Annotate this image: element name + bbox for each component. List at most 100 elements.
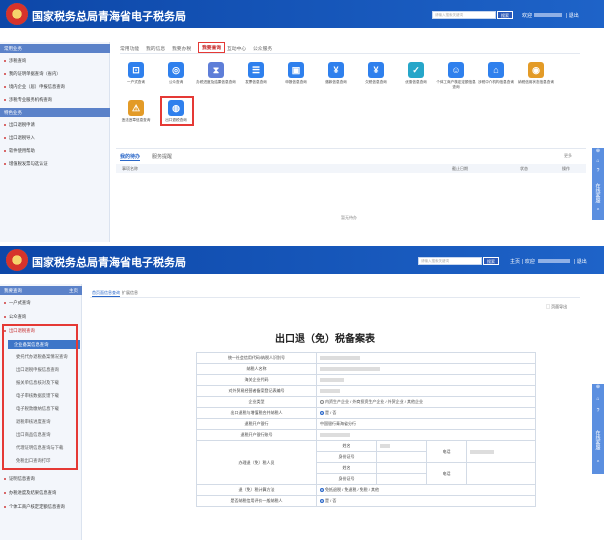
col-status: 状态	[520, 166, 528, 171]
float-toolbar-bottom[interactable]: ⊕ ⌂ ? 在线客服 ^	[592, 384, 604, 474]
todo-header: 事项名称 截止日期 状态 操作	[116, 164, 586, 173]
content-tabs: 首页面信息查询 扩展信息	[90, 288, 580, 298]
sidebar-item[interactable]: 出口退税导入	[4, 135, 35, 141]
col-name: 事项名称	[122, 166, 138, 171]
calc-method-radio[interactable]: 免抵退税 / 免退税 / 免税 / 其他	[316, 484, 536, 496]
service-arrears-query[interactable]: ¥ 欠税信息查询	[356, 62, 396, 85]
service-preferential-query[interactable]: ✓ 优惠信息查询	[396, 62, 436, 85]
site-title: 国家税务总局青海省电子税务局	[32, 257, 186, 269]
share-icon[interactable]: ⊕	[592, 148, 604, 158]
home-icon[interactable]: ⌂	[592, 158, 604, 168]
empty-text: 暂无待办	[341, 215, 357, 220]
search-input[interactable]: 请输入搜索关键词	[432, 11, 496, 19]
sidebar-title[interactable]: 我要查询 主页	[0, 286, 82, 295]
online-service-button[interactable]: 在线客服	[595, 420, 602, 460]
field-label: 海关企业代码	[196, 374, 317, 386]
tab-public[interactable]: 公众服务	[253, 45, 272, 52]
help-icon[interactable]: ?	[592, 168, 604, 178]
field-label: 电话	[426, 462, 467, 485]
tab-my-info[interactable]: 我的信息	[146, 45, 165, 52]
online-service-button[interactable]: 在线客服	[595, 178, 602, 208]
todo-panel: 我的待办 服务提醒 更多 事项名称 截止日期 状态 操作 暂无待办	[116, 148, 586, 240]
back-to-top-icon[interactable]: ^	[592, 208, 604, 216]
search-icon: ◎	[168, 62, 184, 78]
welcome-text: | 欢迎	[522, 259, 535, 265]
field-label: 身份证号	[316, 451, 377, 463]
group-individual[interactable]: 个体工商户核定定额信息查询	[4, 504, 74, 510]
masked-value	[320, 389, 340, 394]
tab-todo[interactable]: 我的待办	[120, 153, 141, 161]
money-bag-icon: ¥	[328, 62, 344, 78]
site-title: 国家税务总局青海省电子税务局	[32, 11, 186, 23]
group-one-account[interactable]: 一户式查询	[4, 300, 30, 306]
invoice-icon: ☰	[248, 62, 264, 78]
tab-record-query[interactable]: 首页面信息查询	[92, 290, 120, 297]
col-deadline: 截止日期	[452, 166, 468, 171]
search-button[interactable]: 搜索	[497, 11, 513, 19]
service-declaration-query[interactable]: ▣ 申报信息查询	[276, 62, 316, 85]
col-action: 操作	[562, 166, 570, 171]
back-to-top-icon[interactable]: ^	[592, 460, 604, 470]
home-icon[interactable]: ⌂	[592, 396, 604, 408]
sidebar-item[interactable]: 我的证明单据查询（省内）	[4, 71, 61, 77]
exit-link[interactable]: | 退出	[574, 258, 587, 265]
tab-reminder[interactable]: 服务提醒	[152, 153, 172, 160]
service-public-query[interactable]: ◎ 公众查询	[156, 62, 196, 85]
service-agency-query[interactable]: ⌂ 涉税中介机构信息查询	[476, 62, 516, 85]
welcome-text: 欢迎	[522, 13, 533, 19]
exit-link[interactable]: | 退出	[566, 12, 579, 19]
field-label: 身份证号	[316, 473, 377, 485]
help-icon[interactable]: ?	[592, 408, 604, 420]
search-button[interactable]: 搜索	[483, 257, 499, 265]
tab-extended[interactable]: 扩展信息	[122, 290, 138, 296]
sidebar-item[interactable]: 出口退税申请	[4, 122, 35, 128]
merged-taxpayer-radio[interactable]: 是 / 否	[316, 407, 536, 419]
sidebar-top: 常用业务 涉税查询 我的证明单据查询（省内） 境内企业（居）申报信息查询 涉税专…	[0, 42, 110, 242]
header-bar-top: 国家税务总局青海省电子税务局 请输入搜索关键词 搜索 欢迎 | 退出	[0, 0, 604, 28]
sidebar-title[interactable]: 常用业务	[0, 44, 110, 53]
tab-common[interactable]: 常用功能	[120, 45, 139, 52]
check-tag-icon: ✓	[408, 62, 424, 78]
service-payment-query[interactable]: ¥ 缴款信息查询	[316, 62, 356, 85]
search-input[interactable]: 请输入搜索关键词	[418, 257, 482, 265]
sidebar-item[interactable]: 涉税查询	[4, 58, 26, 64]
home-link[interactable]: 主页	[510, 258, 520, 265]
sidebar-bottom: 我要查询 主页 一户式查询 公众查询 出口退税查询 企业备案信息查询 委托代办退…	[0, 284, 82, 540]
credit-taxpayer-radio[interactable]: 是 / 否	[316, 495, 536, 507]
service-one-account-query[interactable]: ⊡ 一户式查询	[116, 62, 156, 85]
tax-emblem-icon	[6, 249, 28, 271]
float-toolbar-top[interactable]: ⊕ ⌂ ? 在线客服 ^	[592, 148, 604, 220]
tab-do-tax[interactable]: 我要办税	[172, 45, 191, 52]
more-link[interactable]: 更多	[564, 153, 572, 159]
header-bar-bottom: 国家税务总局青海省电子税务局 请输入搜索关键词 搜索 主页 | 欢迎 | 退出	[0, 246, 604, 274]
masked-value	[320, 433, 350, 438]
field-label: 退（免）税计算方法	[196, 484, 317, 496]
main-tabs: 常用功能 我的信息 我要办税 我要查询 互动中心 公众服务	[120, 42, 580, 54]
sidebar-item[interactable]: 涉税专业服务机构查询	[4, 97, 52, 103]
service-invoice-query[interactable]: ☰ 发票信息查询	[236, 62, 276, 85]
group-certificate[interactable]: 证明信息查询	[4, 476, 35, 482]
service-violation-query[interactable]: ⚠ 违法违章信息查询	[116, 100, 156, 123]
group-public[interactable]: 公众查询	[4, 314, 26, 320]
home-link[interactable]: 主页	[69, 286, 78, 295]
sidebar-item[interactable]: 软件使用帮助	[4, 148, 35, 154]
tab-interaction[interactable]: 互动中心	[227, 45, 246, 52]
service-individual-query[interactable]: ☺ 个体工商户核定定额信息查询	[436, 62, 476, 89]
enterprise-type-radio[interactable]: 内资生产企业 / 外商投资生产企业 / 外贸企业 / 其他企业	[316, 396, 536, 408]
field-label: 办理退（免）税人员	[196, 440, 317, 485]
tab-query[interactable]: 我要查询	[198, 42, 226, 53]
field-label: 姓名	[316, 462, 377, 474]
house-icon: ⌂	[488, 62, 504, 78]
export-button[interactable]: ▢ 页面导出	[546, 304, 567, 310]
group-progress[interactable]: 办税进度及结果信息查询	[4, 490, 56, 496]
sidebar-item[interactable]: 增值税发票勾选认证	[4, 161, 48, 167]
field-label: 纳税人名称	[196, 363, 317, 375]
sidebar-item[interactable]: 境内企业（居）申报信息查询	[4, 84, 65, 90]
share-icon[interactable]: ⊕	[592, 384, 604, 396]
service-progress-query[interactable]: ⧗ 办税进度及结果信息查询	[196, 62, 236, 85]
field-label: 出口退税与增值税合并纳税人	[196, 407, 317, 419]
service-grid: ⊡ 一户式查询 ◎ 公众查询 ⧗ 办税进度及结果信息查询 ☰ 发票信息查询 ▣ 申报信息查…	[116, 62, 586, 142]
field-label: 企业类型	[196, 396, 317, 408]
service-credit-query[interactable]: ◉ 纳税信用状态信息查询	[516, 62, 556, 85]
sidebar-section[interactable]: 特色业务	[0, 108, 110, 117]
